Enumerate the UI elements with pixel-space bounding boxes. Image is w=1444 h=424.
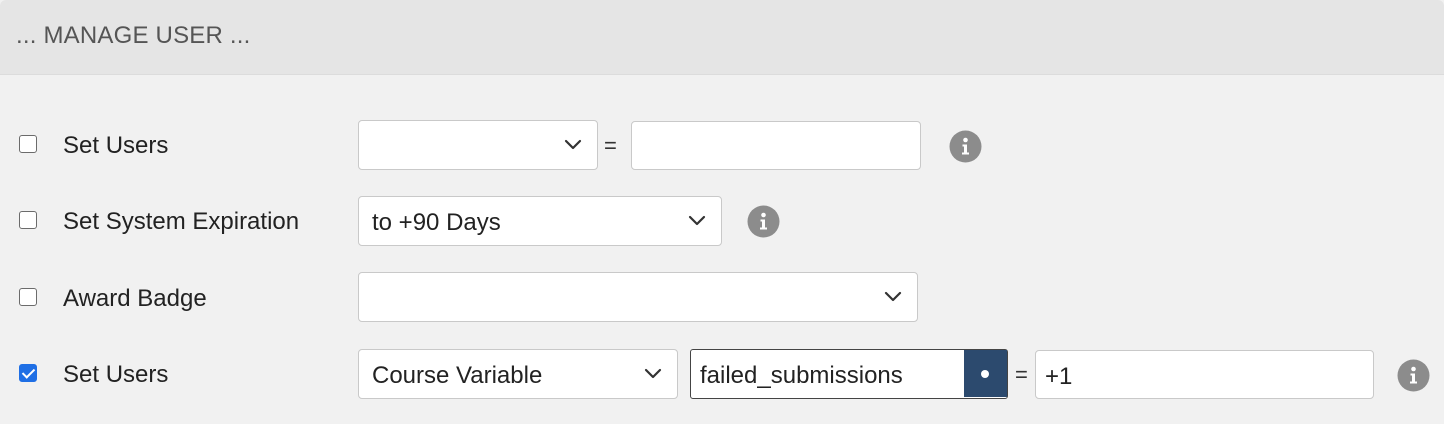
variable-value-input[interactable]: +1 [1035,350,1374,399]
equals-sign: = [1015,362,1028,387]
set-users-checkbox[interactable] [19,135,37,153]
set-users-value-input[interactable] [631,121,921,170]
row-set-users-course-variable: Set Users Course Variable failed_submiss… [0,348,1444,400]
award-badge-checkbox[interactable] [19,288,37,306]
set-users-course-variable-checkbox[interactable] [19,364,37,382]
row-label: Set System Expiration [63,208,300,235]
row-set-users: Set Users = [0,119,1444,171]
set-users-select[interactable] [358,120,598,170]
info-circle-icon[interactable] [747,205,780,238]
row-label: Award Badge [63,285,207,312]
course-variable-input[interactable]: failed_submissions [690,349,1008,399]
badge-select[interactable] [358,272,918,322]
variable-name-value: failed_submissions [700,362,903,389]
chevron-down-icon [687,210,707,230]
panel-title: ... MANAGE USER ... [16,22,251,49]
select-value: Course Variable [372,362,543,389]
row-label: Set Users [63,361,169,388]
input-value: +1 [1045,363,1073,390]
info-circle-icon[interactable] [1397,359,1430,392]
expiration-select[interactable]: to +90 Days [358,196,722,246]
select-value: to +90 Days [372,209,501,236]
set-system-expiration-checkbox[interactable] [19,211,37,229]
dot-icon [981,370,989,378]
row-set-system-expiration: Set System Expiration to +90 Days [0,195,1444,247]
variable-picker-button[interactable] [964,350,1007,397]
equals-sign: = [604,133,617,158]
variable-type-select[interactable]: Course Variable [358,349,678,399]
chevron-down-icon [643,363,663,383]
chevron-down-icon [563,134,583,154]
row-award-badge: Award Badge [0,272,1444,324]
panel-header: ... MANAGE USER ... [0,0,1444,75]
chevron-down-icon [883,286,903,306]
info-circle-icon[interactable] [949,130,982,163]
manage-user-panel: ... MANAGE USER ... Set Users = Set Syst… [0,0,1444,424]
row-label: Set Users [63,132,169,159]
